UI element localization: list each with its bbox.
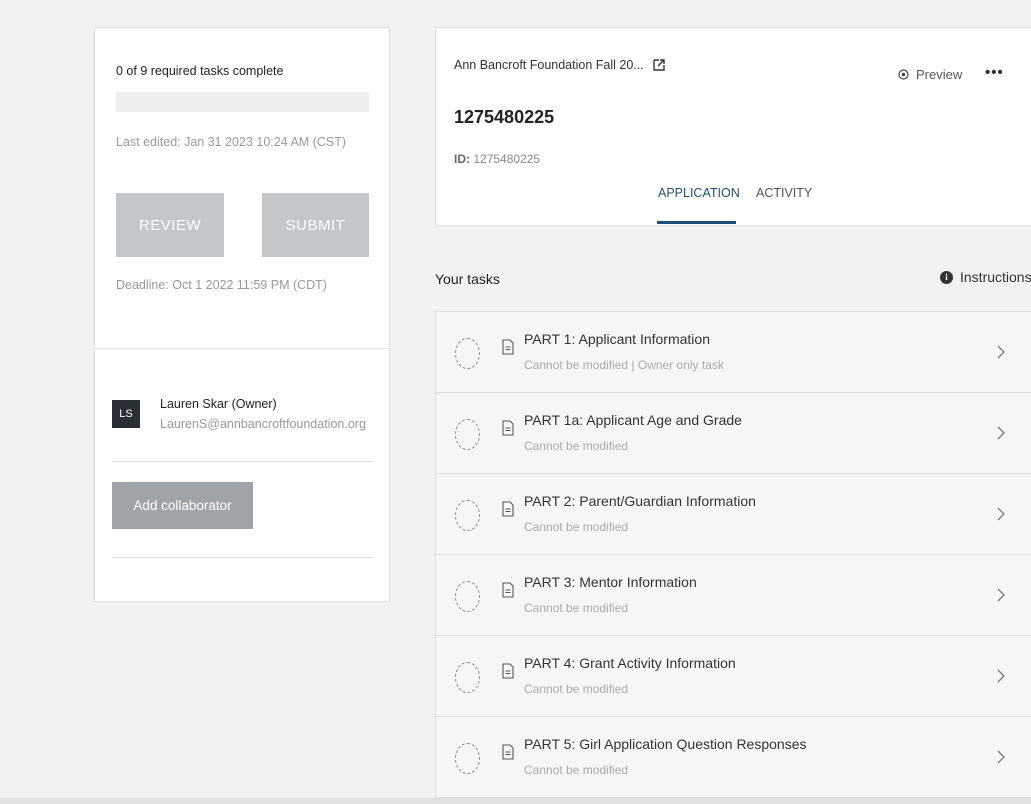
horizontal-scrollbar[interactable] [0, 798, 1031, 804]
tab-application[interactable]: APPLICATION [658, 186, 740, 200]
document-icon [502, 501, 514, 517]
task-title: PART 2: Parent/Guardian Information [524, 493, 756, 509]
chevron-right-icon [997, 345, 1005, 359]
task-title: PART 5: Girl Application Question Respon… [524, 736, 807, 752]
document-icon [502, 663, 514, 679]
info-icon: i [940, 270, 953, 284]
task-row[interactable]: PART 2: Parent/Guardian Information Cann… [435, 473, 1031, 555]
task-status-icon [455, 500, 480, 531]
eye-icon [898, 69, 909, 80]
page: 0 of 9 required tasks complete Last edit… [0, 0, 1031, 804]
tasks-heading: Your tasks [435, 271, 500, 287]
task-status-icon [455, 743, 480, 774]
submit-button[interactable]: SUBMIT [262, 193, 369, 257]
divider [95, 348, 389, 349]
program-name: Ann Bancroft Foundation Fall 20... [454, 58, 644, 72]
divider [112, 557, 373, 558]
chevron-right-icon [997, 507, 1005, 521]
task-status-text: Cannot be modified [524, 601, 629, 615]
task-title: PART 3: Mentor Information [524, 574, 697, 590]
active-tab-indicator [657, 221, 736, 224]
task-title: PART 4: Grant Activity Information [524, 655, 736, 671]
task-status-icon [455, 662, 480, 693]
preview-label: Preview [916, 67, 963, 82]
id-value: 1275480225 [473, 152, 541, 166]
chevron-right-icon [997, 426, 1005, 440]
task-list: PART 1: Applicant Information Cannot be … [435, 311, 1031, 798]
task-status-icon [455, 581, 480, 612]
document-icon [502, 582, 514, 598]
document-icon [502, 339, 514, 355]
task-status-text: Cannot be modified | Owner only task [524, 358, 724, 372]
add-collaborator-button[interactable]: Add collaborator [112, 482, 253, 529]
chevron-right-icon [997, 588, 1005, 602]
application-id: ID: 1275480225 [454, 152, 540, 166]
owner-name: Lauren Skar (Owner) [160, 397, 277, 411]
preview-button[interactable]: Preview [898, 67, 962, 82]
chevron-right-icon [997, 669, 1005, 683]
review-button[interactable]: REVIEW [116, 193, 224, 257]
task-status-text: Cannot be modified [524, 763, 629, 777]
deadline-text: Deadline: Oct 1 2022 11:59 PM (CDT) [116, 278, 327, 292]
application-status-panel: 0 of 9 required tasks complete Last edit… [94, 27, 390, 602]
application-header: Ann Bancroft Foundation Fall 20... Previ… [435, 27, 1031, 226]
document-icon [502, 744, 514, 760]
document-icon [502, 420, 514, 436]
id-label: ID: [454, 152, 470, 166]
instructions-label: Instructions [960, 269, 1031, 285]
last-edited-text: Last edited: Jan 31 2023 10:24 AM (CST) [116, 135, 346, 149]
task-status-text: Cannot be modified [524, 439, 629, 453]
divider [112, 461, 373, 462]
task-status-icon [455, 338, 480, 369]
chevron-right-icon [997, 750, 1005, 764]
progress-label: 0 of 9 required tasks complete [116, 64, 284, 78]
task-status-icon [455, 419, 480, 450]
application-number: 1275480225 [454, 107, 555, 127]
instructions-link[interactable]: i Instructions [940, 269, 1031, 285]
task-row[interactable]: PART 1: Applicant Information Cannot be … [435, 311, 1031, 393]
task-title: PART 1a: Applicant Age and Grade [524, 412, 742, 428]
task-row[interactable]: PART 5: Girl Application Question Respon… [435, 716, 1031, 798]
external-link-icon [653, 59, 665, 71]
task-row[interactable]: PART 1a: Applicant Age and Grade Cannot … [435, 392, 1031, 474]
more-options-button[interactable]: ••• [985, 64, 1004, 81]
task-row[interactable]: PART 4: Grant Activity Information Canno… [435, 635, 1031, 717]
program-link[interactable]: Ann Bancroft Foundation Fall 20... [454, 58, 666, 72]
tab-activity[interactable]: ACTIVITY [756, 186, 812, 200]
owner-email: LaurenS@annbancroftfoundation.org [160, 417, 366, 431]
task-status-text: Cannot be modified [524, 682, 629, 696]
progress-bar [116, 92, 369, 112]
owner-avatar: LS [112, 400, 140, 428]
task-row[interactable]: PART 3: Mentor Information Cannot be mod… [435, 554, 1031, 636]
task-title: PART 1: Applicant Information [524, 331, 710, 347]
task-status-text: Cannot be modified [524, 520, 629, 534]
